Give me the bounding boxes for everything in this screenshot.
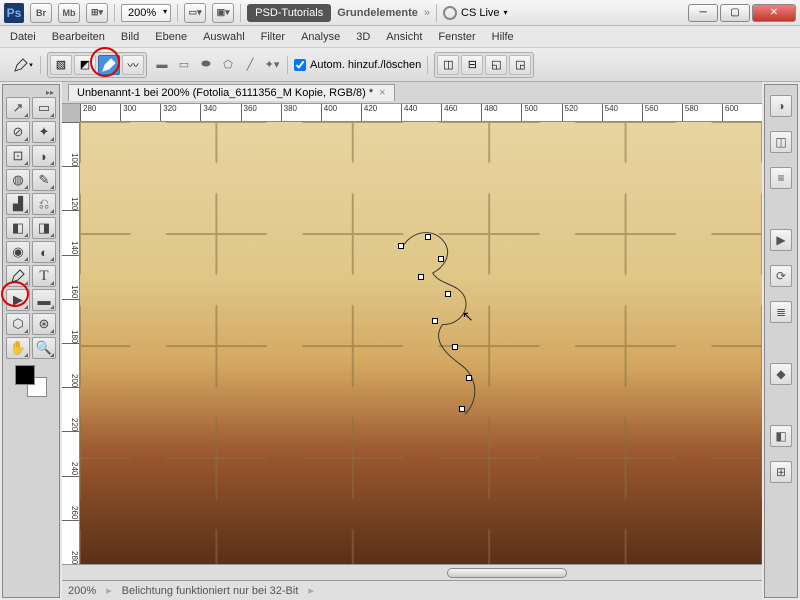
menu-filter[interactable]: Filter: [261, 31, 285, 43]
main-area: ▸▸ ↗ ▭ ⊘ ✦ ⊡ ◗ ◍ ✎ ▟ ⎌ ◧ ◨ ◉ ◐ T ▶ ▬ ⬡ ⊛…: [0, 82, 800, 600]
wand-tool[interactable]: ✦: [32, 121, 56, 143]
menu-hilfe[interactable]: Hilfe: [492, 31, 514, 43]
ruler-vertical[interactable]: 100120140160180200220240260280: [62, 122, 80, 564]
close-tab-icon[interactable]: ×: [379, 87, 385, 99]
roundrect-shape[interactable]: ▭: [175, 56, 193, 74]
close-button[interactable]: ✕: [752, 4, 796, 22]
path-ops-group: ◫ ⊟ ◱ ◲: [434, 52, 534, 78]
eraser-tool[interactable]: ◧: [6, 217, 30, 239]
color-panel-icon[interactable]: ◑: [770, 95, 792, 117]
minibridge-button[interactable]: Mb: [58, 3, 80, 23]
pathop-2[interactable]: ⊟: [461, 55, 483, 75]
arrange-button[interactable]: ▭▾: [184, 3, 206, 23]
swatches-panel-icon[interactable]: ◫: [770, 131, 792, 153]
freeform-mode[interactable]: 〰: [122, 55, 144, 75]
layers-panel-icon[interactable]: ◧: [770, 425, 792, 447]
shape-presets: ▬ ▭ ⬬ ⬠ ╱ ✦▾: [153, 56, 281, 74]
paths-mode[interactable]: ◩: [74, 55, 96, 75]
polygon-shape[interactable]: ⬠: [219, 56, 237, 74]
gradient-tool[interactable]: ◨: [32, 217, 56, 239]
document-tab-bar: Unbenannt-1 bei 200% (Fotolia_6111356_M …: [62, 82, 762, 104]
menu-ebene[interactable]: Ebene: [155, 31, 187, 43]
3d-tool[interactable]: ⬡: [6, 313, 30, 335]
menu-auswahl[interactable]: Auswahl: [203, 31, 245, 43]
rect-shape[interactable]: ▬: [153, 56, 171, 74]
zoom-tool[interactable]: 🔍: [32, 337, 56, 359]
titlebar: Ps Br Mb ⊞▾ 200% ▭▾ ▣▾ PSD-Tutorials Gru…: [0, 0, 800, 26]
pen-tool[interactable]: [6, 265, 30, 287]
canvas[interactable]: ↖: [80, 122, 762, 564]
line-shape[interactable]: ╱: [241, 56, 259, 74]
menu-3d[interactable]: 3D: [356, 31, 370, 43]
menu-bearbeiten[interactable]: Bearbeiten: [52, 31, 105, 43]
menu-analyse[interactable]: Analyse: [301, 31, 340, 43]
actions-panel-icon[interactable]: ≣: [770, 301, 792, 323]
brush-tool[interactable]: ✎: [32, 169, 56, 191]
workspace-tab[interactable]: PSD-Tutorials: [247, 4, 331, 22]
lasso-tool[interactable]: ⊘: [6, 121, 30, 143]
3d-camera-tool[interactable]: ⊛: [32, 313, 56, 335]
heal-tool[interactable]: ◍: [6, 169, 30, 191]
cslive-button[interactable]: CS Live ▾: [443, 6, 508, 20]
menu-ansicht[interactable]: Ansicht: [386, 31, 422, 43]
adjustments-panel-icon[interactable]: ▶: [770, 229, 792, 251]
scrollbar-horizontal[interactable]: [62, 564, 762, 580]
fg-color[interactable]: [15, 365, 35, 385]
path-select-tool[interactable]: ▶: [6, 289, 30, 311]
cursor-icon: ↖: [462, 308, 474, 325]
marquee-tool[interactable]: ▭: [32, 97, 56, 119]
color-swatches[interactable]: [15, 365, 47, 397]
pathop-1[interactable]: ◫: [437, 55, 459, 75]
fill-pixels-mode[interactable]: [98, 55, 120, 75]
bridge-button[interactable]: Br: [30, 3, 52, 23]
cslive-icon: [443, 6, 457, 20]
shape-tool[interactable]: ▬: [32, 289, 56, 311]
menu-datei[interactable]: Datei: [10, 31, 36, 43]
crop-tool[interactable]: ⊡: [6, 145, 30, 167]
more-icon[interactable]: »: [424, 7, 430, 19]
auto-add-delete-checkbox[interactable]: Autom. hinzuf./löschen: [294, 59, 421, 71]
menu-fenster[interactable]: Fenster: [438, 31, 475, 43]
pathop-4[interactable]: ◲: [509, 55, 531, 75]
active-path: [80, 122, 762, 564]
status-message: Belichtung funktioniert nur bei 32-Bit: [122, 585, 299, 597]
status-zoom[interactable]: 200%: [68, 585, 96, 597]
options-bar: ▾ ▧ ◩ 〰 ▬ ▭ ⬬ ⬠ ╱ ✦▾ Autom. hinzuf./lösc…: [0, 48, 800, 82]
blur-tool[interactable]: ◉: [6, 241, 30, 263]
workspace-secondary[interactable]: Grundelemente: [337, 7, 418, 19]
move-tool[interactable]: ↗: [6, 97, 30, 119]
hand-tool[interactable]: ✋: [6, 337, 30, 359]
shape-layers-mode[interactable]: ▧: [50, 55, 72, 75]
statusbar: 200% ▸ Belichtung funktioniert nur bei 3…: [62, 580, 762, 600]
screenmode-button[interactable]: ▣▾: [212, 3, 234, 23]
channels-panel-icon[interactable]: ⊞: [770, 461, 792, 483]
stamp-tool[interactable]: ▟: [6, 193, 30, 215]
maximize-button[interactable]: ▢: [720, 4, 750, 22]
eyedropper-tool[interactable]: ◗: [32, 145, 56, 167]
minimize-button[interactable]: ─: [688, 4, 718, 22]
menu-bild[interactable]: Bild: [121, 31, 139, 43]
dodge-tool[interactable]: ◐: [32, 241, 56, 263]
toolbox: ▸▸ ↗ ▭ ⊘ ✦ ⊡ ◗ ◍ ✎ ▟ ⎌ ◧ ◨ ◉ ◐ T ▶ ▬ ⬡ ⊛…: [2, 84, 60, 598]
history-tool[interactable]: ⎌: [32, 193, 56, 215]
mode-group: ▧ ◩ 〰: [47, 52, 147, 78]
pathop-3[interactable]: ◱: [485, 55, 507, 75]
document-area: Unbenannt-1 bei 200% (Fotolia_6111356_M …: [62, 82, 762, 600]
zoom-value: 200%: [128, 7, 156, 19]
app-icon: Ps: [4, 3, 24, 23]
navigator-panel-icon[interactable]: ◆: [770, 363, 792, 385]
styles-panel-icon[interactable]: ≡: [770, 167, 792, 189]
custom-shape[interactable]: ✦▾: [263, 56, 281, 74]
ellipse-shape[interactable]: ⬬: [197, 56, 215, 74]
menubar: Datei Bearbeiten Bild Ebene Auswahl Filt…: [0, 26, 800, 48]
extras-button[interactable]: ⊞▾: [86, 3, 108, 23]
current-tool-icon[interactable]: ▾: [12, 54, 34, 76]
ruler-horizontal[interactable]: 2803003203403603804004204404604805005205…: [80, 104, 762, 122]
panel-dock: ◑ ◫ ≡ ▶ ⟳ ≣ ◆ ◧ ⊞: [764, 84, 798, 598]
zoom-select[interactable]: 200%: [121, 4, 171, 22]
history-panel-icon[interactable]: ⟳: [770, 265, 792, 287]
document-tab[interactable]: Unbenannt-1 bei 200% (Fotolia_6111356_M …: [68, 84, 395, 101]
type-tool[interactable]: T: [32, 265, 56, 287]
